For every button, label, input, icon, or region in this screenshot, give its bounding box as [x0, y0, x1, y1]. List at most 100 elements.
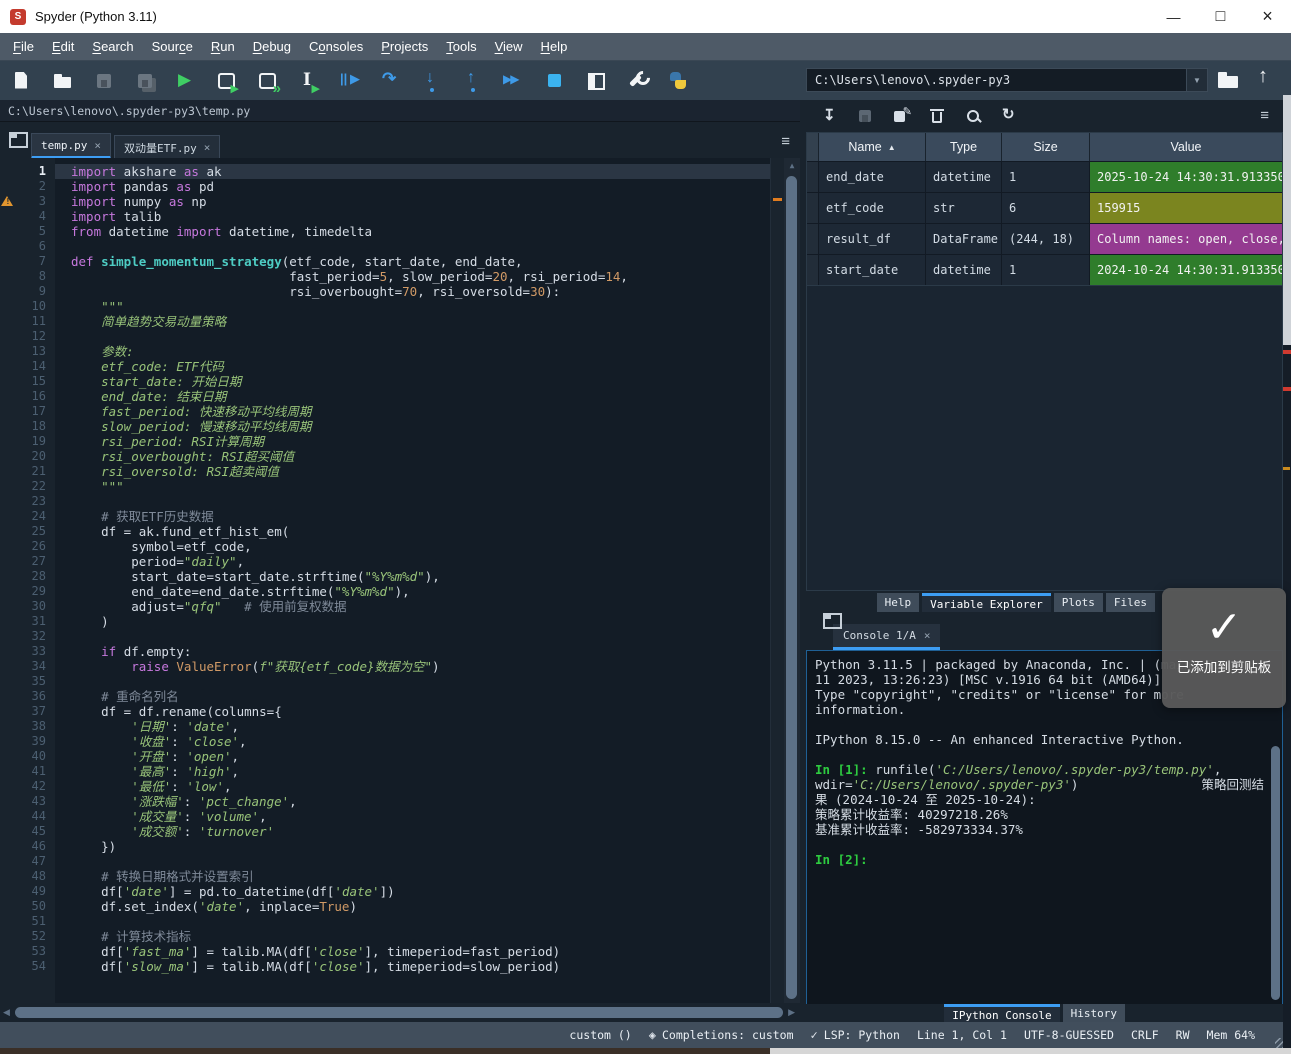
menu-debug[interactable]: Debug: [244, 33, 300, 61]
menu-consoles[interactable]: Consoles: [300, 33, 372, 61]
code-area[interactable]: import akshare as akimport pandas as pdi…: [55, 158, 770, 1003]
menu-search[interactable]: Search: [83, 33, 142, 61]
editor-options-icon[interactable]: ≡: [781, 133, 790, 150]
column-header-name[interactable]: Name▲: [819, 133, 926, 161]
save-all-icon[interactable]: [133, 69, 157, 93]
table-row[interactable]: result_dfDataFrame(244, 18)Column names:…: [807, 223, 1282, 254]
working-directory-select[interactable]: C:\Users\lenovo\.spyder-py3 ▼: [806, 68, 1208, 92]
scroll-right-icon[interactable]: ▶: [788, 1007, 795, 1018]
cell-type[interactable]: DataFrame: [926, 224, 1002, 254]
cell-value[interactable]: Column names: open, close, hig…: [1090, 224, 1282, 254]
close-icon[interactable]: ×: [204, 141, 211, 154]
editor-tab[interactable]: 双动量ETF.py×: [114, 135, 220, 159]
tab-ipython-console[interactable]: IPython Console: [944, 1004, 1059, 1022]
maximize-button[interactable]: □: [1197, 0, 1244, 33]
remove-variable-icon[interactable]: [928, 107, 946, 125]
open-folder-icon[interactable]: [51, 69, 75, 93]
save-data-as-icon[interactable]: [892, 107, 910, 125]
table-row[interactable]: etf_codestr6159915: [807, 192, 1282, 223]
tab-files[interactable]: Files: [1106, 593, 1155, 613]
cell-type[interactable]: datetime: [926, 162, 1002, 192]
close-icon[interactable]: ×: [94, 139, 101, 152]
browse-directory-icon[interactable]: [1216, 68, 1242, 92]
refresh-variables-icon[interactable]: [1000, 107, 1018, 125]
minimize-button[interactable]: —: [1150, 0, 1197, 33]
close-button[interactable]: ×: [1244, 0, 1291, 33]
debug-icon[interactable]: [338, 69, 362, 93]
new-file-icon[interactable]: [10, 69, 34, 93]
status-line-1-col-1: Line 1, Col 1: [917, 1028, 1007, 1042]
cell-type[interactable]: str: [926, 193, 1002, 223]
editor-tab[interactable]: temp.py×: [31, 133, 111, 159]
menu-file[interactable]: File: [4, 33, 43, 61]
save-icon[interactable]: [92, 69, 116, 93]
code-line: # 重命名列名: [55, 689, 770, 704]
step-out-icon[interactable]: [461, 69, 485, 93]
column-header-type[interactable]: Type: [926, 133, 1002, 161]
maximize-pane-icon[interactable]: [584, 69, 608, 93]
scrollbar-thumb[interactable]: [786, 176, 797, 999]
scrollbar-thumb[interactable]: [15, 1007, 783, 1018]
menu-edit[interactable]: Edit: [43, 33, 83, 61]
table-row[interactable]: start_datedatetime12024-10-24 14:30:31.9…: [807, 254, 1282, 285]
menu-run[interactable]: Run: [202, 33, 244, 61]
editor-pane: C:\Users\lenovo\.spyder-py3\temp.py temp…: [0, 100, 800, 1022]
cell-name[interactable]: etf_code: [819, 193, 926, 223]
run-cell-icon[interactable]: [215, 69, 239, 93]
column-header-size[interactable]: Size: [1002, 133, 1090, 161]
parent-directory-icon[interactable]: ↑: [1258, 65, 1268, 88]
run-icon[interactable]: [174, 69, 198, 93]
console-scrollbar[interactable]: [1270, 746, 1281, 1000]
tab-history[interactable]: History: [1063, 1004, 1125, 1022]
tab-plots[interactable]: Plots: [1054, 593, 1103, 613]
preferences-icon[interactable]: [625, 69, 649, 93]
python-path-icon[interactable]: [666, 69, 690, 93]
scroll-up-icon[interactable]: ▲: [784, 161, 800, 170]
run-selection-icon[interactable]: [297, 69, 321, 93]
line-number: 39: [14, 734, 55, 749]
close-icon[interactable]: ×: [924, 629, 931, 642]
step-into-icon[interactable]: [420, 69, 444, 93]
table-header[interactable]: Name▲ Type Size Value: [807, 133, 1282, 161]
chevron-down-icon[interactable]: ▼: [1186, 69, 1207, 91]
continue-icon[interactable]: [502, 69, 526, 93]
cell-name[interactable]: start_date: [819, 255, 926, 285]
cell-value[interactable]: 159915: [1090, 193, 1282, 223]
save-data-icon[interactable]: [856, 107, 874, 125]
code-editor[interactable]: 1234567891011121314151617181920212223242…: [0, 158, 800, 1003]
code-line: df['date'] = pd.to_datetime(df['date']): [55, 884, 770, 899]
cell-value[interactable]: 2024-10-24 14:30:31.913350: [1090, 255, 1282, 285]
cell-name[interactable]: result_df: [819, 224, 926, 254]
cell-size[interactable]: (244, 18): [1002, 224, 1090, 254]
console-line: 基准累计收益率: -582973334.37%: [815, 822, 1282, 837]
menu-help[interactable]: Help: [532, 33, 577, 61]
cell-size[interactable]: 1: [1002, 255, 1090, 285]
scrollbar-thumb[interactable]: [1271, 746, 1280, 1000]
stop-icon[interactable]: [543, 69, 567, 93]
cell-type[interactable]: datetime: [926, 255, 1002, 285]
tab-help[interactable]: Help: [877, 593, 920, 613]
scroll-left-icon[interactable]: ◀: [3, 1007, 10, 1018]
menu-tools[interactable]: Tools: [437, 33, 485, 61]
table-row[interactable]: end_datedatetime12025-10-24 14:30:31.913…: [807, 161, 1282, 192]
cell-name[interactable]: end_date: [819, 162, 926, 192]
menu-view[interactable]: View: [486, 33, 532, 61]
search-variable-icon[interactable]: [964, 107, 982, 125]
import-data-icon[interactable]: [820, 107, 838, 125]
menu-projects[interactable]: Projects: [372, 33, 437, 61]
browse-tabs-icon[interactable]: [9, 132, 28, 148]
cell-size[interactable]: 6: [1002, 193, 1090, 223]
line-number: 16: [14, 389, 55, 404]
browse-tabs-icon[interactable]: [823, 613, 842, 629]
variable-explorer-table: Name▲ Type Size Value end_datedatetime12…: [806, 132, 1283, 286]
options-menu-icon[interactable]: ≡: [1260, 107, 1269, 124]
run-cell-advance-icon[interactable]: [256, 69, 280, 93]
cell-value[interactable]: 2025-10-24 14:30:31.913350: [1090, 162, 1282, 192]
cell-size[interactable]: 1: [1002, 162, 1090, 192]
editor-vertical-scrollbar[interactable]: ▲: [784, 158, 800, 1003]
column-header-value[interactable]: Value: [1090, 133, 1282, 161]
console-tab[interactable]: Console 1/A×: [833, 624, 940, 650]
editor-horizontal-scrollbar[interactable]: ◀ ▶: [0, 1003, 800, 1022]
rerun-icon[interactable]: [379, 69, 403, 93]
menu-source[interactable]: Source: [143, 33, 202, 61]
